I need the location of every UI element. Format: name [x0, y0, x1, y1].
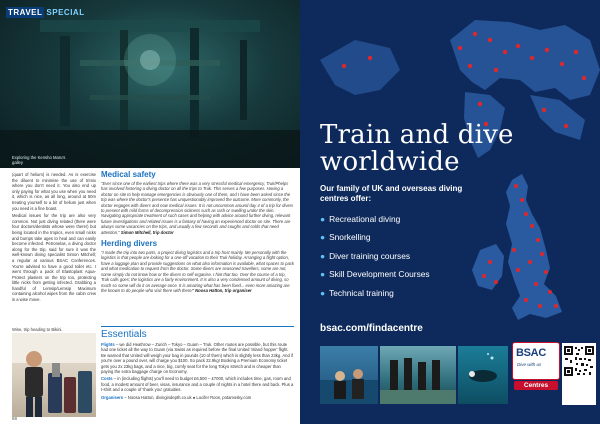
underwater-diver-photo — [458, 346, 508, 404]
flights-label: Flights — [101, 342, 115, 347]
flights-text: – we did Heathrow – Zurich – Tokyo – Gua… — [101, 342, 294, 375]
bsac-centres-label: Centres — [514, 381, 558, 390]
bsac-tagline: Dive with us — [517, 362, 542, 367]
bsac-wordmark: BSAC — [516, 347, 546, 359]
essentials-box: Essentials Flights – we did Heathrow – Z… — [101, 326, 294, 402]
article-body: (quart of helium) is needed. As is exerc… — [12, 172, 96, 305]
costs-label: Costs — [101, 376, 113, 382]
offer-item: ● Technical training — [320, 284, 430, 302]
offer-item: ● Skill Development Courses — [320, 265, 430, 283]
diver-luggage-photo — [12, 333, 96, 417]
body-paragraph: Medical issues for the trip are also ver… — [12, 213, 96, 303]
pool-training-photo — [320, 346, 378, 404]
herding-divers-heading: Herding divers — [101, 239, 158, 249]
medical-safety-heading: Medical safety — [101, 170, 156, 179]
offer-label: Skill Development Courses — [329, 269, 430, 280]
medical-quote-text: "Ever since one of the earliest trips wh… — [101, 181, 294, 235]
section-tag-special: SPECIAL — [46, 8, 85, 17]
bsac-advert: Train and dive worldwide Our family of U… — [300, 0, 600, 424]
pool-illustration — [320, 369, 378, 404]
offer-label: Snorkelling — [329, 232, 371, 243]
map-ireland — [472, 244, 504, 290]
map-landmass-europe — [450, 20, 600, 100]
bullet-icon: ● — [320, 287, 326, 298]
essentials-flights: Flights – we did Heathrow – Zurich – Tok… — [101, 342, 294, 374]
headline-line-1: Train and dive — [320, 120, 514, 150]
offer-list: ● Recreational diving ● Snorkelling ● Diver… — [320, 210, 430, 302]
diver-illustration — [12, 333, 96, 417]
map-landmass-asia — [530, 95, 585, 140]
page-number: 68 — [12, 416, 18, 421]
underwater-illustration — [469, 353, 497, 382]
section-tag-travel: TRAVEL — [6, 7, 45, 18]
bsac-centres-logo: BSAC Dive with us Centres — [512, 342, 560, 392]
essentials-heading: Essentials — [101, 329, 147, 340]
offer-label: Recreational diving — [329, 214, 401, 224]
article-page: TRAVEL SPECIAL Exploring the Kensho Maru'… — [0, 0, 300, 424]
offer-item: ● Diver training courses — [320, 247, 430, 265]
herding-quote-text: "I made the trip into two parts, a proje… — [101, 250, 294, 293]
bsac-badge: BSAC Dive with us — [512, 342, 560, 380]
organisers-text: – Noosa Hatton, divingindepth.co.uk ● Lu… — [124, 394, 252, 400]
map-landmass-americas — [320, 40, 400, 95]
find-centre-link[interactable]: bsac.com/findacentre — [320, 323, 423, 334]
advert-headline: Train and dive worldwide — [320, 122, 514, 176]
divers-illustration — [380, 358, 456, 404]
herding-quote: "I made the trip into two parts, a proje… — [101, 250, 294, 293]
bullet-icon: ● — [320, 232, 326, 243]
map-uk — [506, 174, 562, 320]
organisers-label: Organisers — [101, 394, 124, 400]
section-tag: TRAVEL SPECIAL — [6, 7, 87, 18]
dive-group-photo — [380, 346, 456, 404]
bullet-icon: ● — [320, 214, 326, 224]
bullet-icon: ● — [320, 269, 326, 280]
medical-quote: "Ever since one of the earliest trips wh… — [101, 181, 294, 235]
qr-code-icon — [564, 346, 594, 376]
advert-subtitle: Our family of UK and overseas diving cen… — [320, 184, 463, 203]
essentials-costs: Costs – in (including flights) you'll ne… — [101, 376, 294, 392]
body-paragraph: (quart of helium) is needed. As is exerc… — [12, 172, 96, 211]
sidebar-quotes: Medical safety "Ever since one of the ea… — [101, 170, 294, 297]
wreck-galley-photo: TRAVEL SPECIAL Exploring the Kensho Maru'… — [0, 0, 300, 168]
wreck-illustration — [0, 20, 300, 168]
medical-quote-author: Simon Mitchell, trip doctor — [120, 229, 174, 235]
herding-quote-author: Noosa Hatton, trip organiser — [195, 287, 252, 293]
qr-code[interactable] — [562, 343, 596, 405]
essentials-organisers: Organisers – Noosa Hatton, divingindepth… — [101, 395, 294, 400]
offer-label: Diver training courses — [329, 250, 411, 261]
photo-caption: Exploring the Kensho Maru's galley — [12, 155, 66, 165]
offer-label: Technical training — [329, 287, 394, 298]
bullet-icon: ● — [320, 250, 326, 261]
offer-item: ● Recreational diving — [320, 210, 430, 228]
diver-photo-caption: Wise, trip heading to Bikini. — [12, 327, 63, 332]
offer-item: ● Snorkelling — [320, 228, 430, 246]
headline-line-2: worldwide — [320, 147, 460, 177]
costs-text: – in (including flights) you'll need to … — [101, 376, 294, 393]
